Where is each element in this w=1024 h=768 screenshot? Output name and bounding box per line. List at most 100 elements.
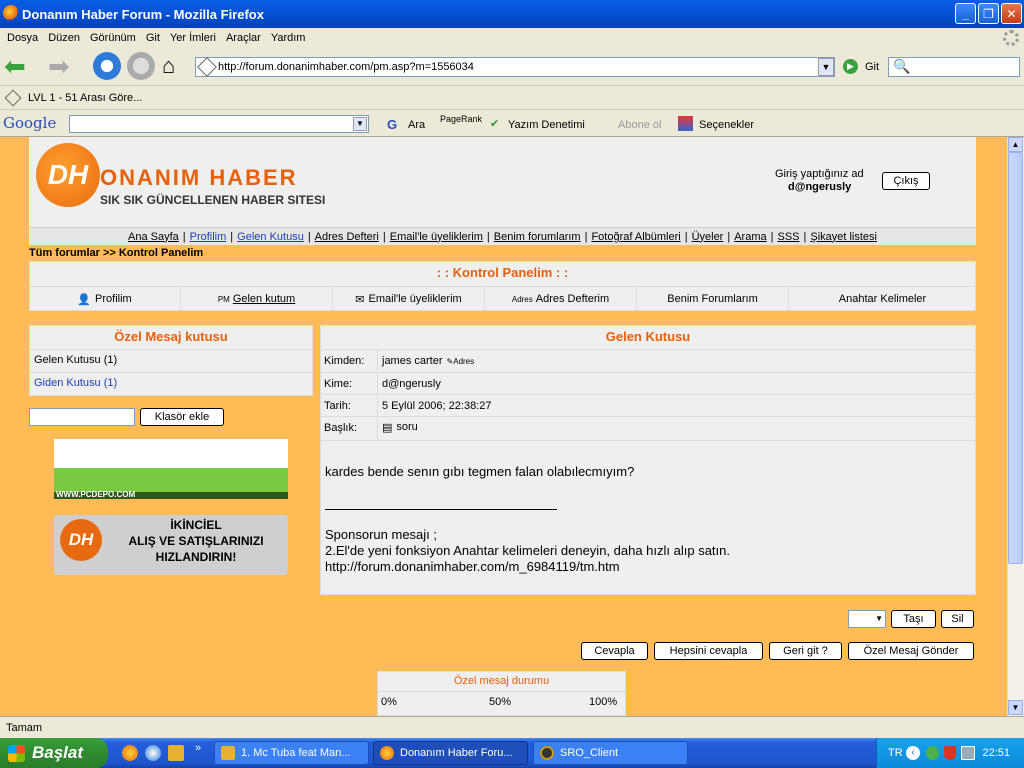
stop-icon[interactable]: [127, 52, 155, 80]
move-button[interactable]: Taşı: [891, 610, 936, 628]
reply-all-button[interactable]: Hepsini cevapla: [654, 642, 763, 660]
spellcheck-button[interactable]: Yazım Denetimi: [508, 119, 585, 131]
nav-address-book[interactable]: Adres Defteri: [315, 231, 379, 243]
throbber-icon: [1003, 30, 1019, 46]
date-row: Tarih: 5 Eylül 2006; 22:38:27: [320, 394, 976, 416]
quicklaunch-app-icon[interactable]: [168, 745, 184, 761]
tab-email-subs[interactable]: ✉ Email'le üyeliklerim: [333, 287, 485, 311]
nav-members[interactable]: Üyeler: [692, 231, 724, 243]
username: d@ngerusly: [788, 181, 852, 193]
sponsor-url[interactable]: http://forum.donanimhaber.com/m_6984119/…: [325, 559, 620, 574]
task-music[interactable]: 1. Mc Tuba feat Man...: [214, 741, 369, 765]
breadcrumb[interactable]: Tüm forumlar >> Kontrol Panelim: [29, 247, 203, 259]
scroll-down-icon[interactable]: ▼: [1008, 700, 1023, 715]
site-logo-text[interactable]: ONANIM HABER: [100, 165, 298, 191]
top-nav: Ana Sayfa | Profilim | Gelen Kutusu | Adres…: [29, 227, 976, 245]
google-logo[interactable]: Google: [3, 114, 56, 132]
url-bar[interactable]: http://forum.donanimhaber.com/pm.asp?m=1…: [195, 57, 835, 77]
tab-profile[interactable]: 👤 Profilim: [29, 287, 181, 311]
pm-status-divider: [377, 691, 626, 692]
site-slogan: SIK SIK GÜNCELLENEN HABER SITESI: [100, 193, 326, 207]
tray-network-icon[interactable]: [961, 746, 975, 760]
folder-inbox[interactable]: Gelen Kutusu (1): [29, 349, 313, 372]
scrollbar-thumb[interactable]: [1008, 152, 1023, 564]
minimize-button[interactable]: _: [955, 3, 976, 24]
task-firefox[interactable]: Donanım Haber Foru...: [373, 741, 528, 765]
page-content: DH ONANIM HABER SIK SIK GÜNCELLENEN HABE…: [0, 137, 1007, 716]
back-button[interactable]: Geri git ?: [769, 642, 842, 660]
reply-button[interactable]: Cevapla: [581, 642, 648, 660]
send-pm-button[interactable]: Özel Mesaj Gönder: [848, 642, 974, 660]
menu-file[interactable]: Dosya: [7, 32, 38, 44]
message-body: kardes bende senın gıbı tegmen falan ola…: [325, 464, 635, 479]
menu-help[interactable]: Yardım: [271, 32, 306, 44]
nav-photo-albums[interactable]: Fotoğraf Albümleri: [591, 231, 680, 243]
back-arrow-icon[interactable]: ⬅: [4, 53, 30, 79]
to-row: Kime: d@ngerusly: [320, 372, 976, 394]
folder-name-input[interactable]: [29, 408, 135, 426]
task-firefox-icon: [380, 746, 394, 760]
nav-profile[interactable]: Profilim: [190, 231, 227, 243]
ad-logo-icon: DH: [60, 519, 102, 561]
menu-tools[interactable]: Araçlar: [226, 32, 261, 44]
forward-arrow-icon[interactable]: ➡: [48, 53, 74, 79]
add-folder-button[interactable]: Klasör ekle: [140, 408, 224, 426]
close-button[interactable]: ✕: [1001, 3, 1022, 24]
subscribe-button[interactable]: Abone ol: [618, 119, 661, 131]
menu-bookmarks[interactable]: Yer İmleri: [170, 32, 216, 44]
google-search-button[interactable]: Ara: [408, 119, 425, 131]
quicklaunch-ie-icon[interactable]: [145, 745, 161, 761]
nav-home[interactable]: Ana Sayfa: [128, 231, 179, 243]
site-logo-icon[interactable]: DH: [36, 143, 100, 207]
tray-user-icon[interactable]: [926, 746, 939, 760]
message-header-table: Kimden: james carter ✎Adres Kime: d@ngeru…: [320, 349, 976, 441]
tray-expand-icon[interactable]: ‹: [906, 746, 920, 760]
tray-shield-icon[interactable]: [944, 746, 956, 760]
bookmark-item[interactable]: LVL 1 - 51 Arası Göre...: [28, 92, 142, 104]
quicklaunch-firefox-icon[interactable]: [122, 745, 138, 761]
panel-tabs: 👤 Profilim PM Gelen kutum ✉ Email'le üyelik…: [29, 286, 976, 311]
nav-faq[interactable]: SSS: [777, 231, 799, 243]
nav-my-forums[interactable]: Benim forumlarım: [494, 231, 581, 243]
logout-button[interactable]: Çıkış: [882, 172, 930, 190]
url-dropdown-icon[interactable]: ▼: [818, 58, 834, 76]
url-text: http://forum.donanimhaber.com/pm.asp?m=1…: [218, 61, 474, 73]
sender-name: james carter: [382, 355, 443, 367]
tab-address-book[interactable]: Adres Adres Defterim: [485, 287, 637, 311]
tab-keywords[interactable]: Anahtar Kelimeler: [789, 287, 976, 311]
tab-inbox[interactable]: PM Gelen kutum: [181, 287, 333, 311]
folder-select[interactable]: ▼: [848, 610, 886, 628]
pm-status-100: 100%: [589, 696, 618, 708]
tab-my-forums[interactable]: Benim Forumlarım: [637, 287, 789, 311]
google-search-input[interactable]: [69, 115, 369, 133]
options-icon: [678, 116, 693, 131]
delete-button[interactable]: Sil: [941, 610, 974, 628]
message-divider: [325, 509, 557, 510]
reload-icon[interactable]: [93, 52, 121, 80]
quicklaunch-more-icon[interactable]: »: [195, 742, 201, 754]
maximize-button[interactable]: ❐: [978, 3, 999, 24]
language-indicator[interactable]: TR: [888, 747, 903, 759]
google-dropdown-icon[interactable]: ▼: [353, 117, 367, 131]
menu-go[interactable]: Git: [146, 32, 160, 44]
menu-edit[interactable]: Düzen: [48, 32, 80, 44]
scroll-up-icon[interactable]: ▲: [1008, 137, 1023, 152]
add-address-icon[interactable]: ✎Adres: [447, 357, 475, 366]
nav-search[interactable]: Arama: [734, 231, 766, 243]
pagerank-label: PageRank: [440, 114, 483, 124]
nav-email-subs[interactable]: Email'le üyeliklerim: [390, 231, 483, 243]
login-label: Giriş yaptığınız ad: [775, 168, 864, 180]
window-titlebar[interactable]: Donanım Haber Forum - Mozilla Firefox: [0, 0, 1024, 28]
go-icon[interactable]: ▶: [843, 59, 858, 74]
folder-outbox[interactable]: Giden Kutusu (1): [29, 372, 313, 395]
go-button[interactable]: Git: [865, 61, 879, 73]
menu-view[interactable]: Görünüm: [90, 32, 136, 44]
recipient-name: d@ngerusly: [382, 378, 441, 390]
options-button[interactable]: Seçenekler: [699, 119, 754, 131]
clock[interactable]: 22:51: [982, 747, 1010, 759]
nav-inbox[interactable]: Gelen Kutusu: [237, 231, 304, 243]
nav-complaints[interactable]: Şikayet listesi: [810, 231, 877, 243]
user-icon: 👤: [77, 293, 92, 306]
home-icon[interactable]: ⌂: [162, 55, 186, 79]
task-sro-client[interactable]: SRO_Client: [533, 741, 688, 765]
